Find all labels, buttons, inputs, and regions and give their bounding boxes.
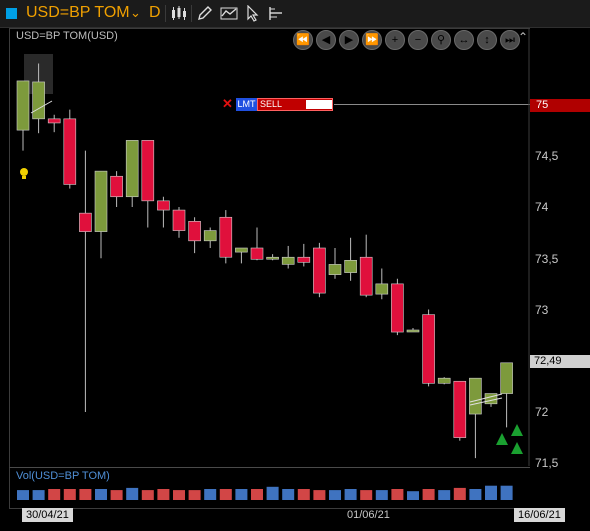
volume-bar [282, 489, 295, 500]
volume-bar [453, 487, 466, 500]
lightbulb-icon [20, 168, 28, 176]
volume-bar [438, 490, 451, 500]
candle-body [266, 256, 279, 260]
volume-bar [48, 489, 61, 500]
volume-bar [141, 490, 154, 500]
candle-body [110, 175, 123, 198]
candle-body [63, 118, 77, 185]
candle-body [297, 256, 311, 263]
buy-signal-arrow [511, 442, 523, 454]
candle-body [47, 118, 61, 124]
volume-bar [95, 489, 107, 500]
volume-bar [375, 490, 388, 500]
candle-body [406, 329, 420, 333]
x-axis-mid-label: 01/06/21 [347, 509, 390, 521]
candle-body [500, 362, 513, 394]
candle-body [141, 140, 155, 202]
volume-bar [110, 490, 123, 500]
volume-bar [188, 490, 201, 500]
volume-bar [63, 489, 76, 500]
volume-bar [251, 489, 263, 500]
candle-body [281, 256, 295, 265]
candle-body [328, 264, 342, 275]
order-price-badge: 75 [530, 99, 590, 112]
candle-body [188, 221, 201, 242]
volume-bar [391, 489, 404, 500]
volume-bar [157, 489, 170, 500]
volume-bar [344, 489, 357, 500]
volume-bar [297, 489, 310, 500]
candle-body [94, 170, 108, 232]
candle-body [172, 209, 186, 231]
candle-body [453, 380, 467, 438]
order-quantity-field[interactable] [306, 100, 332, 109]
volume-bar [313, 490, 326, 500]
volume-bar [422, 489, 435, 500]
y-tick-label: 73 [535, 303, 549, 317]
y-tick-label: 74,5 [535, 149, 559, 163]
candlestick-plot [16, 28, 530, 500]
volume-bar [126, 487, 139, 500]
volume-bar [17, 490, 29, 500]
volume-bar [266, 486, 279, 500]
candle-body [391, 283, 404, 333]
order-type-badge: LMT [236, 98, 257, 111]
candle-body [437, 377, 451, 384]
candle-body [203, 230, 217, 242]
volume-bar [79, 489, 92, 500]
y-tick-label: 74 [535, 200, 549, 214]
volume-bar [485, 485, 497, 500]
candle-body [16, 80, 30, 131]
volume-bar [204, 489, 217, 500]
lightbulb-icon [22, 176, 26, 179]
volume-bar [329, 490, 341, 500]
candle-body [125, 140, 139, 198]
candle-body [484, 393, 498, 405]
y-tick-label: 73,5 [535, 252, 559, 266]
y-tick-label: 71,5 [535, 456, 559, 470]
volume-bar [32, 490, 45, 500]
last-price-badge: 72,49 [530, 355, 590, 368]
volume-bar [235, 489, 248, 500]
volume-bar [500, 485, 513, 500]
candle-body [422, 314, 435, 384]
candle-body [344, 259, 357, 273]
candle-body [375, 283, 389, 295]
volume-bar [360, 490, 373, 500]
candle-body [469, 377, 482, 415]
volume-bar [173, 490, 185, 500]
candle-body [250, 247, 264, 260]
candle-body [32, 81, 45, 120]
volume-bar [469, 489, 482, 500]
x-axis-start-label: 30/04/21 [22, 508, 73, 522]
y-tick-label: 72 [535, 405, 549, 419]
buy-signal-arrow [496, 433, 508, 445]
buy-signal-arrow [511, 424, 523, 436]
candle-body [79, 212, 92, 232]
volume-bar [219, 489, 232, 500]
candle-body [219, 216, 233, 258]
candle-body [235, 247, 248, 253]
candle-body [359, 256, 373, 296]
candle-body [157, 200, 170, 211]
close-icon[interactable]: ✕ [222, 96, 233, 112]
candle-body [313, 247, 326, 294]
x-axis-end-label: 16/06/21 [514, 508, 565, 522]
volume-bar [407, 491, 419, 500]
